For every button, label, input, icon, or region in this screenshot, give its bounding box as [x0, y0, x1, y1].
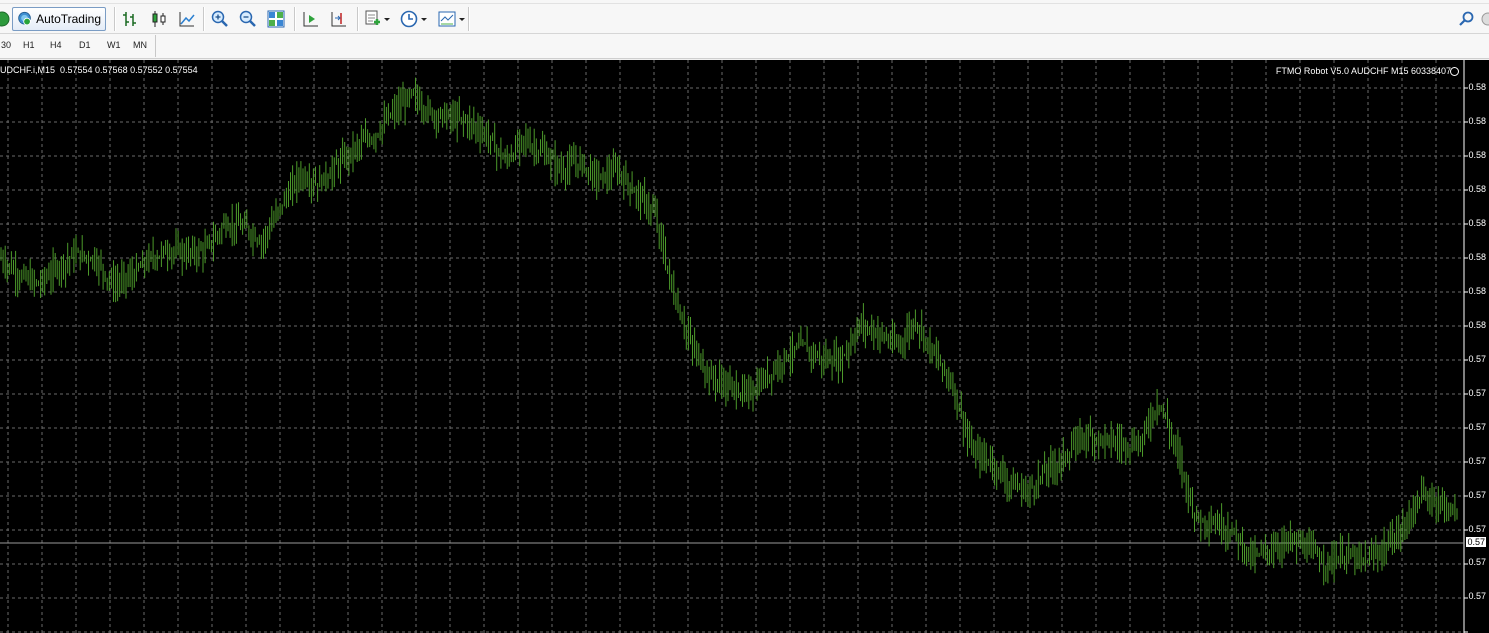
price-scale-label: 0.58 [1468, 320, 1486, 330]
zoom-in-icon[interactable] [210, 9, 230, 29]
autoscroll-icon[interactable] [301, 9, 321, 29]
main-toolbar: AutoTrading [0, 0, 1489, 34]
autotrading-icon [18, 11, 31, 26]
toolbar-separator [468, 7, 470, 31]
timeframe-w1[interactable]: W1 [107, 40, 121, 50]
timeframe-mn[interactable]: MN [133, 40, 147, 50]
price-scale-label: 0.58 [1468, 150, 1486, 160]
price-scale-label: 0.57 [1468, 354, 1486, 364]
price-scale-label: 0.58 [1468, 286, 1486, 296]
price-scale-label: 0.57 [1468, 422, 1486, 432]
timeframe-h4[interactable]: H4 [50, 40, 62, 50]
timeframe-m30[interactable]: 30 [1, 40, 11, 50]
periods-icon[interactable] [399, 9, 429, 29]
current-price-label: 0.57 [1466, 537, 1486, 547]
timeframes-toolbar [0, 34, 1489, 59]
templates-icon[interactable] [437, 9, 467, 29]
toolbar-separator [114, 7, 116, 31]
smiley-icon [1450, 67, 1459, 76]
toolbar-separator [294, 7, 296, 31]
toolbar-separator [357, 7, 359, 31]
autotrading-button[interactable]: AutoTrading [12, 7, 106, 31]
toolbar-border [0, 3, 1489, 4]
price-chart[interactable] [0, 60, 1489, 633]
price-scale-label: 0.58 [1468, 252, 1486, 262]
candlestick-icon[interactable] [149, 9, 169, 29]
timeframes-separator [155, 35, 156, 57]
line-chart-icon[interactable] [177, 9, 197, 29]
community-icon[interactable] [1480, 9, 1489, 29]
autotrading-label: AutoTrading [36, 12, 101, 26]
timeframe-h1[interactable]: H1 [23, 40, 35, 50]
chart-window[interactable]: UDCHF.i,M15 0.57554 0.57568 0.57552 0.57… [0, 60, 1489, 633]
price-scale-label: 0.57 [1468, 490, 1486, 500]
refresh-icon[interactable] [0, 9, 12, 29]
chart-shift-icon[interactable] [329, 9, 349, 29]
search-icon[interactable] [1457, 9, 1477, 29]
price-scale-label: 0.58 [1468, 116, 1486, 126]
price-scale-label: 0.58 [1468, 184, 1486, 194]
price-scale-label: 0.57 [1468, 557, 1486, 567]
zoom-out-icon[interactable] [238, 9, 258, 29]
indicators-icon[interactable] [364, 9, 392, 29]
bar-chart-icon[interactable] [121, 9, 141, 29]
timeframe-d1[interactable]: D1 [79, 40, 91, 50]
expert-advisor-info: FTMO Robot V5.0 AUDCHF M15 60338407 [1275, 66, 1451, 76]
tile-windows-icon[interactable] [266, 9, 286, 29]
price-scale-label: 0.57 [1468, 524, 1486, 534]
price-scale-label: 0.58 [1468, 82, 1486, 92]
price-scale-label: 0.57 [1468, 591, 1486, 601]
chart-symbol-info: UDCHF.i,M15 0.57554 0.57568 0.57552 0.57… [0, 65, 198, 75]
toolbar-separator [203, 7, 205, 31]
price-scale-label: 0.57 [1468, 456, 1486, 466]
price-scale-label: 0.57 [1468, 388, 1486, 398]
price-scale-label: 0.58 [1468, 218, 1486, 228]
